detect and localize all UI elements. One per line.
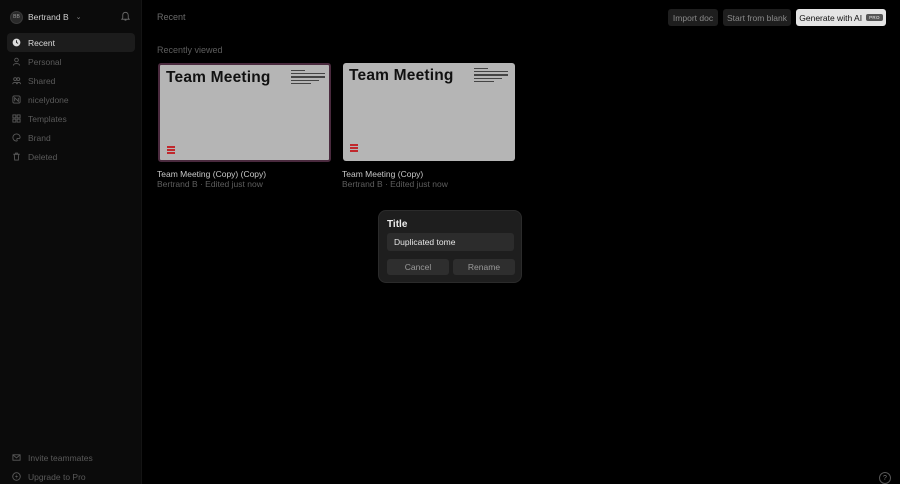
rename-button[interactable]: Rename — [453, 259, 515, 275]
generate-with-ai-label: Generate with AI — [799, 12, 863, 23]
doc-title[interactable]: Team Meeting (Copy) (Copy) — [157, 169, 266, 179]
generate-with-ai-button[interactable]: Generate with AI PRO — [796, 9, 886, 26]
sidebar-nav: Recent Personal Shared nicelydone Templa… — [7, 33, 135, 166]
sidebar-item-label: nicelydone — [28, 94, 69, 105]
sidebar-item-label: Recent — [28, 37, 55, 48]
sidebar-bottom-nav: Invite teammates Upgrade to Pro — [7, 448, 135, 484]
chevron-down-icon: ⌄ — [75, 14, 82, 21]
upgrade-button[interactable]: Upgrade to Pro — [7, 467, 135, 484]
mail-icon — [12, 454, 21, 461]
sidebar-item-label: Brand — [28, 132, 51, 143]
clock-icon — [12, 38, 21, 47]
doc-meta: Bertrand B · Edited just now — [342, 179, 448, 189]
start-from-blank-button[interactable]: Start from blank — [723, 9, 791, 26]
brand-logo-icon — [350, 144, 358, 152]
user-menu[interactable]: BB Bertrand B ⌄ — [10, 9, 82, 25]
doc-card-thumbnail[interactable]: Team Meeting — [343, 63, 515, 161]
help-icon[interactable]: ? — [879, 472, 891, 484]
team-icon — [12, 95, 21, 104]
rename-dialog: Title Cancel Rename — [378, 210, 522, 283]
invite-teammates-label: Invite teammates — [28, 452, 93, 463]
doc-card-thumbnail[interactable]: Team Meeting — [158, 63, 331, 162]
doc-preview-text — [291, 70, 325, 86]
user-name: Bertrand B — [28, 12, 69, 22]
people-icon — [12, 77, 21, 85]
upgrade-label: Upgrade to Pro — [28, 471, 86, 482]
brand-logo-icon — [167, 146, 175, 154]
bell-icon[interactable] — [120, 11, 131, 22]
trash-icon — [13, 152, 20, 161]
sidebar-item-templates[interactable]: Templates — [7, 109, 135, 128]
sidebar-item-label: Shared — [28, 75, 56, 86]
person-icon — [12, 57, 21, 66]
sidebar-item-shared[interactable]: Shared — [7, 71, 135, 90]
templates-icon — [12, 114, 21, 123]
sidebar: BB Bertrand B ⌄ Recent Personal Shared n… — [0, 0, 142, 484]
pro-badge: PRO — [866, 14, 883, 21]
sidebar-item-personal[interactable]: Personal — [7, 52, 135, 71]
sidebar-item-brand[interactable]: Brand — [7, 128, 135, 147]
doc-preview-title: Team Meeting — [166, 69, 271, 86]
invite-teammates-button[interactable]: Invite teammates — [7, 448, 135, 467]
palette-icon — [12, 133, 21, 142]
sidebar-item-nicelydone[interactable]: nicelydone — [7, 90, 135, 109]
sidebar-item-deleted[interactable]: Deleted — [7, 147, 135, 166]
breadcrumb: Recent — [157, 12, 186, 22]
title-input[interactable] — [387, 233, 514, 251]
sidebar-item-recent[interactable]: Recent — [7, 33, 135, 52]
bolt-icon — [12, 472, 21, 481]
avatar: BB — [10, 10, 23, 24]
sidebar-item-label: Templates — [28, 113, 67, 124]
section-title: Recently viewed — [157, 45, 223, 55]
sidebar-item-label: Personal — [28, 56, 62, 67]
cancel-button[interactable]: Cancel — [387, 259, 449, 275]
doc-preview-text — [474, 68, 508, 84]
sidebar-item-label: Deleted — [28, 151, 58, 162]
doc-preview-title: Team Meeting — [349, 67, 454, 84]
doc-title[interactable]: Team Meeting (Copy) — [342, 169, 423, 179]
import-doc-button[interactable]: Import doc — [668, 9, 718, 26]
doc-meta: Bertrand B · Edited just now — [157, 179, 263, 189]
dialog-title: Title — [387, 219, 408, 230]
